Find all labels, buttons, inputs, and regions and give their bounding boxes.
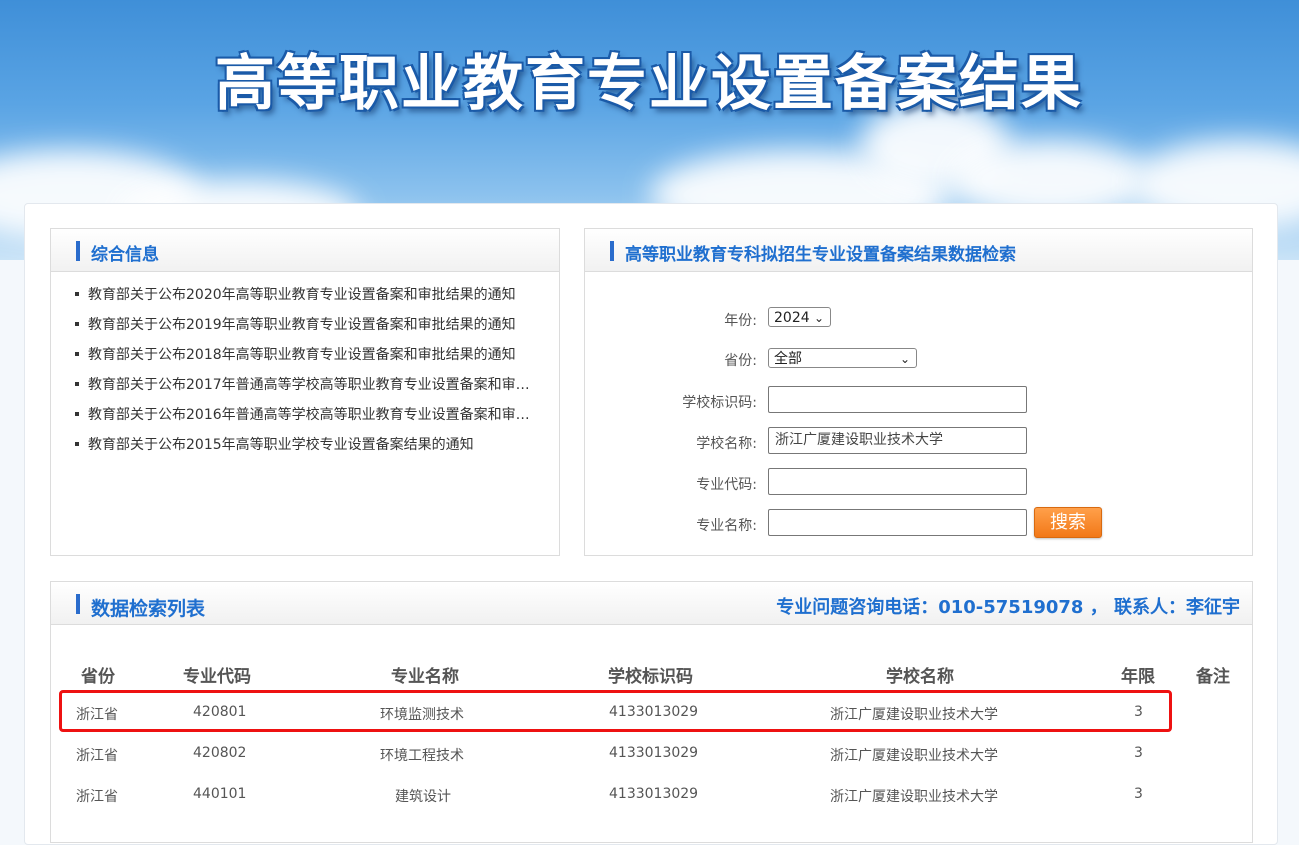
major-name-label: 专业名称: [696,518,757,534]
title-accent-bar [76,594,80,614]
search-panel-title: 高等职业教育专科拟招生专业设置备案结果数据检索 [625,245,1016,265]
school-code-input[interactable] [768,386,1027,413]
column-header-years: 年限 [1121,667,1155,687]
news-link[interactable]: 教育部关于公布2019年高等职业教育专业设置备案和审批结果的通知 [75,314,535,334]
cell-province: 浙江省 [76,748,118,764]
column-header-remarks: 备注 [1196,667,1230,687]
cell-major-code: 420802 [193,745,247,761]
year-label: 年份: [724,313,757,329]
bullet-icon [75,381,79,386]
cell-major-name: 环境工程技术 [380,748,464,764]
cell-years: 3 [1134,786,1143,802]
news-link[interactable]: 教育部关于公布2017年普通高等学校高等职业教育专业设置备案和审批结果的通知 [75,374,535,394]
cell-major-code: 440101 [193,786,247,802]
cell-school-name: 浙江广厦建设职业技术大学 [830,789,998,805]
school-code-label: 学校标识码: [682,395,757,411]
major-code-label: 专业代码: [696,477,757,493]
bullet-icon [75,441,79,446]
school-name-input[interactable]: 浙江广厦建设职业技术大学 [768,427,1027,454]
province-label: 省份: [724,353,757,369]
page-title: 高等职业教育专业设置备案结果 [215,49,1083,119]
bullet-icon [75,291,79,296]
bullet-icon [75,321,79,326]
chevron-down-icon: ⌄ [899,352,910,366]
bullet-icon [75,351,79,356]
column-header-school-code: 学校标识码 [608,667,693,687]
major-code-input[interactable] [768,468,1027,495]
chevron-down-icon: ⌄ [813,311,824,325]
search-panel-header: 高等职业教育专科拟招生专业设置备案结果数据检索 [585,229,1252,272]
hotline-text: 专业问题咨询电话：010-57519078 ， 联系人：李征宇 [776,597,1240,618]
year-select-value: 2024 [774,310,810,326]
province-select[interactable]: 全部 ⌄ [768,348,917,368]
school-name-label: 学校名称: [696,436,757,452]
row-highlight-box [59,690,1172,732]
search-button[interactable]: 搜索 [1034,507,1102,538]
results-panel-title: 数据检索列表 [91,598,206,620]
column-header-major-code: 专业代码 [183,667,251,687]
title-accent-bar [610,241,614,261]
news-link[interactable]: 教育部关于公布2020年高等职业教育专业设置备案和审批结果的通知 [75,284,535,304]
title-accent-bar [76,241,80,261]
column-header-major-name: 专业名称 [391,667,459,687]
column-header-province: 省份 [81,667,115,687]
results-panel-header: 数据检索列表 专业问题咨询电话：010-57519078 ， 联系人：李征宇 [51,582,1252,625]
bullet-icon [75,411,79,416]
news-link[interactable]: 教育部关于公布2018年高等职业教育专业设置备案和审批结果的通知 [75,344,535,364]
cell-school-name: 浙江广厦建设职业技术大学 [830,748,998,764]
info-panel: 综合信息 教育部关于公布2020年高等职业教育专业设置备案和审批结果的通知 教育… [50,228,560,556]
info-panel-title: 综合信息 [91,245,159,265]
cell-province: 浙江省 [76,789,118,805]
cell-school-code: 4133013029 [609,745,699,761]
news-link[interactable]: 教育部关于公布2016年普通高等学校高等职业教育专业设置备案和审批结果的通知 [75,404,535,424]
year-select[interactable]: 2024 ⌄ [768,307,831,327]
cell-school-code: 4133013029 [609,786,699,802]
cell-years: 3 [1134,745,1143,761]
province-select-value: 全部 [774,351,802,367]
news-link[interactable]: 教育部关于公布2015年高等职业学校专业设置备案结果的通知 [75,434,535,454]
major-name-input[interactable] [768,509,1027,536]
cell-major-name: 建筑设计 [395,789,451,805]
info-panel-header: 综合信息 [51,229,559,272]
column-header-school-name: 学校名称 [886,667,954,687]
